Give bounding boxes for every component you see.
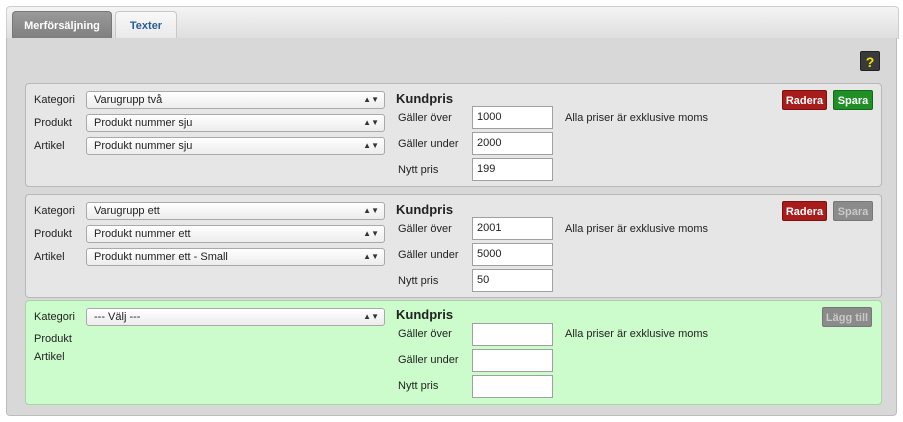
kategori-value: Varugrupp två [94, 94, 163, 106]
artikel-value: Produkt nummer sju [94, 140, 193, 152]
select-arrows-icon: ▲▼ [363, 312, 379, 321]
kundpris-heading: Kundpris [396, 91, 454, 106]
galler-over-label: Gäller över [398, 112, 452, 124]
save-button[interactable]: Spara [833, 90, 873, 110]
produkt-value: Produkt nummer ett [94, 228, 191, 240]
galler-over-input[interactable] [472, 323, 553, 346]
select-arrows-icon: ▲▼ [363, 95, 379, 104]
galler-under-input[interactable] [472, 349, 553, 372]
galler-under-label: Gäller under [398, 138, 459, 150]
kategori-select[interactable]: --- Välj --- ▲▼ [86, 308, 385, 326]
galler-over-label: Gäller över [398, 328, 452, 340]
kategori-label: Kategori [34, 205, 75, 217]
artikel-label: Artikel [34, 140, 65, 152]
add-button-disabled[interactable]: Lägg till [822, 307, 872, 327]
kundpris-heading: Kundpris [396, 307, 454, 322]
artikel-select[interactable]: Produkt nummer sju ▲▼ [86, 137, 385, 155]
galler-over-label: Gäller över [398, 223, 452, 235]
select-arrows-icon: ▲▼ [363, 252, 379, 261]
help-icon[interactable]: ? [860, 51, 880, 71]
galler-under-input[interactable]: 2000 [472, 132, 553, 155]
nytt-pris-input[interactable]: 199 [472, 158, 553, 181]
moms-note: Alla priser är exklusive moms [565, 328, 709, 340]
nytt-pris-input[interactable]: 50 [472, 269, 553, 292]
kategori-value: Varugrupp ett [94, 205, 160, 217]
produkt-value: Produkt nummer sju [94, 117, 193, 129]
nytt-pris-label: Nytt pris [398, 380, 439, 392]
tab-merforsaljning[interactable]: Merförsäljning [12, 11, 112, 39]
artikel-select[interactable]: Produkt nummer ett - Small ▲▼ [86, 248, 385, 266]
kundpris-heading: Kundpris [396, 202, 454, 217]
save-button-disabled[interactable]: Spara [833, 201, 873, 221]
produkt-label: Produkt [34, 228, 72, 240]
kategori-label: Kategori [34, 311, 75, 323]
select-arrows-icon: ▲▼ [363, 229, 379, 238]
delete-button[interactable]: Radera [782, 201, 827, 221]
produkt-label: Produkt [34, 333, 72, 345]
kategori-value: --- Välj --- [94, 311, 141, 323]
artikel-label: Artikel [34, 251, 65, 263]
tab-texter[interactable]: Texter [115, 11, 177, 39]
artikel-value: Produkt nummer ett - Small [94, 251, 228, 263]
produkt-select[interactable]: Produkt nummer sju ▲▼ [86, 114, 385, 132]
select-arrows-icon: ▲▼ [363, 141, 379, 150]
nytt-pris-label: Nytt pris [398, 164, 439, 176]
select-arrows-icon: ▲▼ [363, 118, 379, 127]
produkt-label: Produkt [34, 117, 72, 129]
galler-over-input[interactable]: 1000 [472, 106, 553, 129]
new-price-rule: Kategori Produkt Artikel --- Välj --- ▲▼ … [25, 300, 882, 405]
select-arrows-icon: ▲▼ [363, 206, 379, 215]
tab-bar: Merförsäljning Texter [6, 6, 899, 39]
produkt-select[interactable]: Produkt nummer ett ▲▼ [86, 225, 385, 243]
price-rule-2: Kategori Produkt Artikel Varugrupp ett ▲▼… [25, 194, 882, 298]
kategori-label: Kategori [34, 94, 75, 106]
galler-under-label: Gäller under [398, 249, 459, 261]
moms-note: Alla priser är exklusive moms [565, 112, 709, 124]
nytt-pris-input[interactable] [472, 375, 553, 398]
nytt-pris-label: Nytt pris [398, 275, 439, 287]
galler-under-input[interactable]: 5000 [472, 243, 553, 266]
artikel-label: Artikel [34, 351, 65, 363]
price-rule-1: Kategori Produkt Artikel Varugrupp två ▲▼… [25, 83, 882, 187]
moms-note: Alla priser är exklusive moms [565, 223, 709, 235]
kategori-select[interactable]: Varugrupp två ▲▼ [86, 91, 385, 109]
galler-under-label: Gäller under [398, 354, 459, 366]
delete-button[interactable]: Radera [782, 90, 827, 110]
galler-over-input[interactable]: 2001 [472, 217, 553, 240]
kategori-select[interactable]: Varugrupp ett ▲▼ [86, 202, 385, 220]
